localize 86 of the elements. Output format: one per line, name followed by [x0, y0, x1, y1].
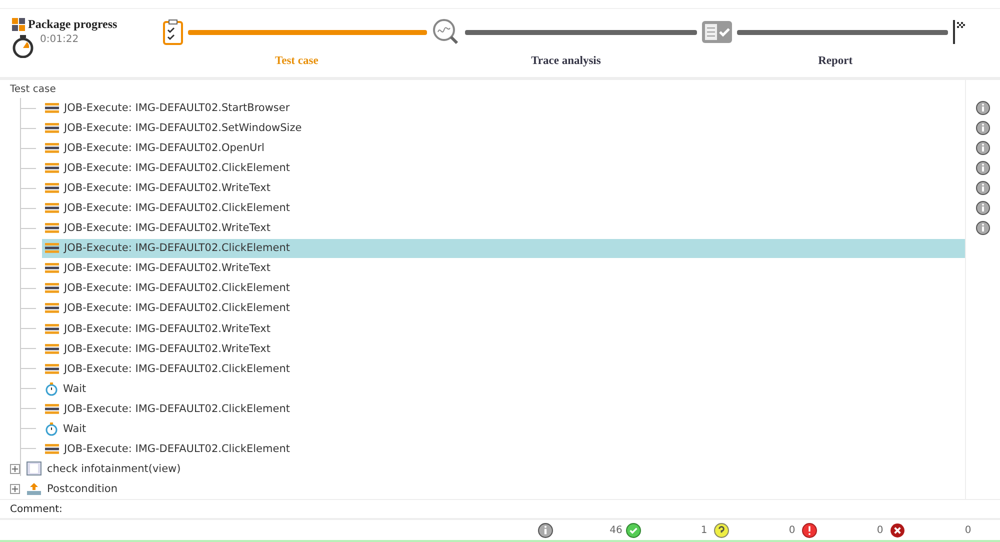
- tree-row[interactable]: JOB-Execute: IMG-DEFAULT02.StartBrowser: [42, 98, 965, 118]
- step-tab[interactable]: Report: [818, 55, 853, 67]
- tree-row[interactable]: JOB-Execute: IMG-DEFAULT02.ClickElement: [42, 359, 965, 378]
- step-label: JOB-Execute: IMG-DEFAULT02.WriteText: [64, 342, 270, 355]
- info-icon: [538, 522, 553, 538]
- report-icon: [700, 20, 733, 44]
- step-label: JOB-Execute: IMG-DEFAULT02.SetWindowSize: [64, 122, 302, 134]
- status-count: 0: [788, 524, 796, 536]
- step-label: Wait: [63, 422, 86, 435]
- check-icon: [626, 522, 641, 538]
- stopwatch-icon: [45, 382, 58, 396]
- step-label: JOB-Execute: IMG-DEFAULT02.ClickElement: [64, 362, 290, 375]
- job-icon: [45, 103, 59, 114]
- step-label: JOB-Execute: IMG-DEFAULT02.OpenUrl: [64, 142, 264, 154]
- job-icon: [45, 123, 59, 134]
- step-label: JOB-Execute: IMG-DEFAULT02.WriteText: [64, 262, 270, 274]
- step-label: JOB-Execute: IMG-DEFAULT02.ClickElement: [64, 242, 290, 254]
- tree-row[interactable]: JOB-Execute: IMG-DEFAULT02.SetWindowSize: [42, 118, 965, 138]
- info-icon: [976, 221, 990, 236]
- info-icon: [976, 101, 990, 116]
- job-icon: [45, 283, 59, 294]
- tree-row[interactable]: JOB-Execute: IMG-DEFAULT02.WriteText: [42, 319, 965, 338]
- status-count: 1: [700, 524, 708, 536]
- info-icon: [976, 181, 990, 196]
- job-icon: [45, 163, 59, 174]
- stopwatch-icon: [12, 34, 34, 58]
- job-icon: [45, 404, 59, 414]
- job-icon: [45, 344, 59, 354]
- job-icon: [45, 324, 59, 334]
- step-label: JOB-Execute: IMG-DEFAULT02.ClickElement: [64, 402, 290, 415]
- job-icon: [45, 444, 59, 454]
- tree-row[interactable]: JOB-Execute: IMG-DEFAULT02.OpenUrl: [42, 138, 965, 158]
- expand-toggle[interactable]: [10, 484, 20, 494]
- column-header: Test case: [10, 84, 56, 94]
- info-icon: [976, 141, 990, 156]
- info-icon: [976, 201, 990, 216]
- step-label: JOB-Execute: IMG-DEFAULT02.ClickElement: [64, 162, 290, 174]
- status-count: 0: [964, 524, 972, 536]
- job-icon: [45, 203, 59, 214]
- question-icon: [714, 522, 729, 538]
- step-label: JOB-Execute: IMG-DEFAULT02.ClickElement: [64, 442, 290, 455]
- tree-row[interactable]: JOB-Execute: IMG-DEFAULT02.ClickElement: [42, 278, 965, 298]
- tree-row[interactable]: Wait: [42, 419, 965, 438]
- expand-toggle[interactable]: [10, 464, 20, 474]
- tree-row[interactable]: JOB-Execute: IMG-DEFAULT02.ClickElement: [42, 198, 965, 218]
- grid-icon: [12, 18, 26, 32]
- tree-row[interactable]: JOB-Execute: IMG-DEFAULT02.WriteText: [42, 178, 965, 198]
- group-label: check infotainment(view): [47, 462, 181, 475]
- job-icon: [45, 263, 59, 274]
- step-label: JOB-Execute: IMG-DEFAULT02.ClickElement: [64, 302, 290, 314]
- status-count: 0: [876, 524, 884, 536]
- close-icon: [890, 522, 905, 538]
- tree-row[interactable]: JOB-Execute: IMG-DEFAULT02.ClickElement: [42, 298, 965, 318]
- status-count: 46: [608, 524, 624, 536]
- info-icon: [976, 121, 990, 136]
- job-icon: [45, 183, 59, 194]
- tree-row[interactable]: Wait: [42, 379, 965, 398]
- clipboard-icon: [162, 18, 184, 46]
- tree-row[interactable]: JOB-Execute: IMG-DEFAULT02.ClickElement: [42, 238, 965, 258]
- step-tab[interactable]: Trace analysis: [531, 55, 601, 67]
- job-icon: [45, 143, 59, 154]
- job-icon: [45, 223, 59, 234]
- panel-title: Package progress: [28, 17, 118, 32]
- warning-icon: [802, 522, 817, 538]
- elapsed-time: 0:01:22: [40, 34, 79, 45]
- step-label: JOB-Execute: IMG-DEFAULT02.ClickElement: [64, 282, 290, 294]
- step-label: JOB-Execute: IMG-DEFAULT02.WriteText: [64, 322, 270, 335]
- tree-row[interactable]: JOB-Execute: IMG-DEFAULT02.ClickElement: [42, 399, 965, 418]
- job-icon: [45, 303, 59, 314]
- tree-row[interactable]: JOB-Execute: IMG-DEFAULT02.WriteText: [42, 218, 965, 238]
- tree-row[interactable]: JOB-Execute: IMG-DEFAULT02.WriteText: [42, 339, 965, 358]
- job-icon: [45, 243, 59, 254]
- comment-label: Comment:: [10, 504, 62, 514]
- tree-row[interactable]: JOB-Execute: IMG-DEFAULT02.ClickElement: [42, 439, 965, 458]
- step-label: JOB-Execute: IMG-DEFAULT02.WriteText: [64, 182, 270, 194]
- step-label: JOB-Execute: IMG-DEFAULT02.ClickElement: [64, 202, 290, 214]
- document-icon: [26, 461, 42, 476]
- step-label: Wait: [63, 382, 86, 395]
- stopwatch-icon: [45, 422, 58, 436]
- step-label: JOB-Execute: IMG-DEFAULT02.WriteText: [64, 222, 270, 234]
- group-label: Postcondition: [47, 482, 118, 495]
- tree-row[interactable]: JOB-Execute: IMG-DEFAULT02.ClickElement: [42, 158, 965, 178]
- step-label: JOB-Execute: IMG-DEFAULT02.StartBrowser: [64, 102, 290, 114]
- tree-row[interactable]: JOB-Execute: IMG-DEFAULT02.WriteText: [42, 258, 965, 278]
- info-icon: [976, 161, 990, 176]
- job-icon: [45, 364, 59, 374]
